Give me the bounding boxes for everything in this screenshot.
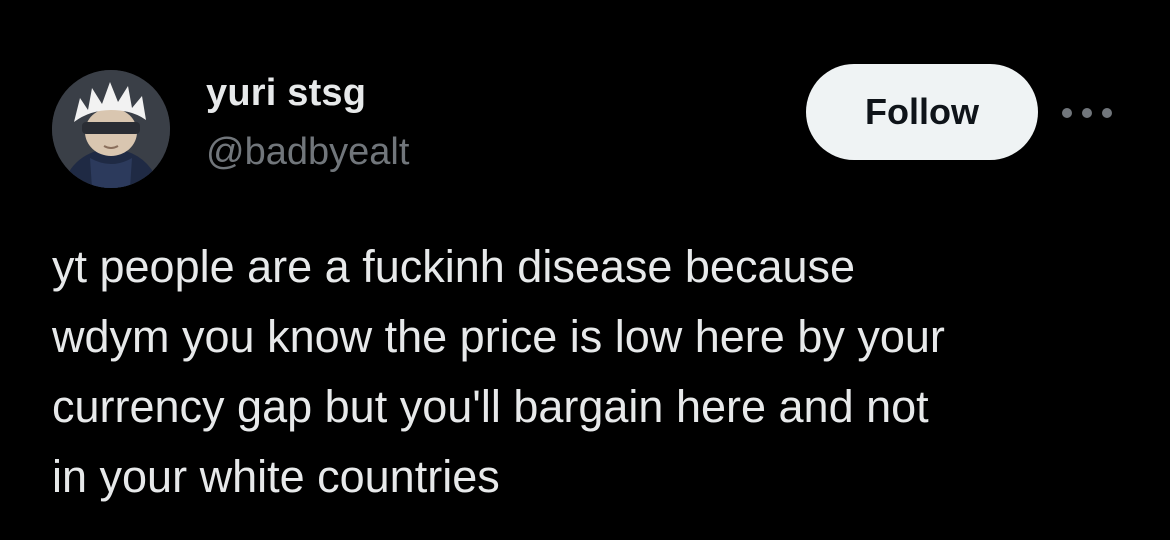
tweet-text-line: in your white countries bbox=[52, 451, 500, 502]
tweet-text-line: yt people are a fuckinh disease because bbox=[52, 241, 856, 292]
tweet-text-line: currency gap but you'll bargain here and… bbox=[52, 381, 929, 432]
more-horizontal-icon bbox=[1062, 108, 1112, 118]
tweet-text-line: wdym you know the price is low here by y… bbox=[52, 311, 945, 362]
follow-button[interactable]: Follow bbox=[806, 64, 1038, 160]
avatar[interactable] bbox=[52, 70, 170, 188]
more-options-button[interactable] bbox=[1060, 96, 1114, 130]
user-handle[interactable]: @badbyealt bbox=[206, 131, 409, 174]
avatar-image bbox=[52, 70, 170, 188]
display-name[interactable]: yuri stsg bbox=[206, 72, 366, 115]
tweet-text: yt people are a fuckinh disease because … bbox=[52, 232, 1142, 512]
